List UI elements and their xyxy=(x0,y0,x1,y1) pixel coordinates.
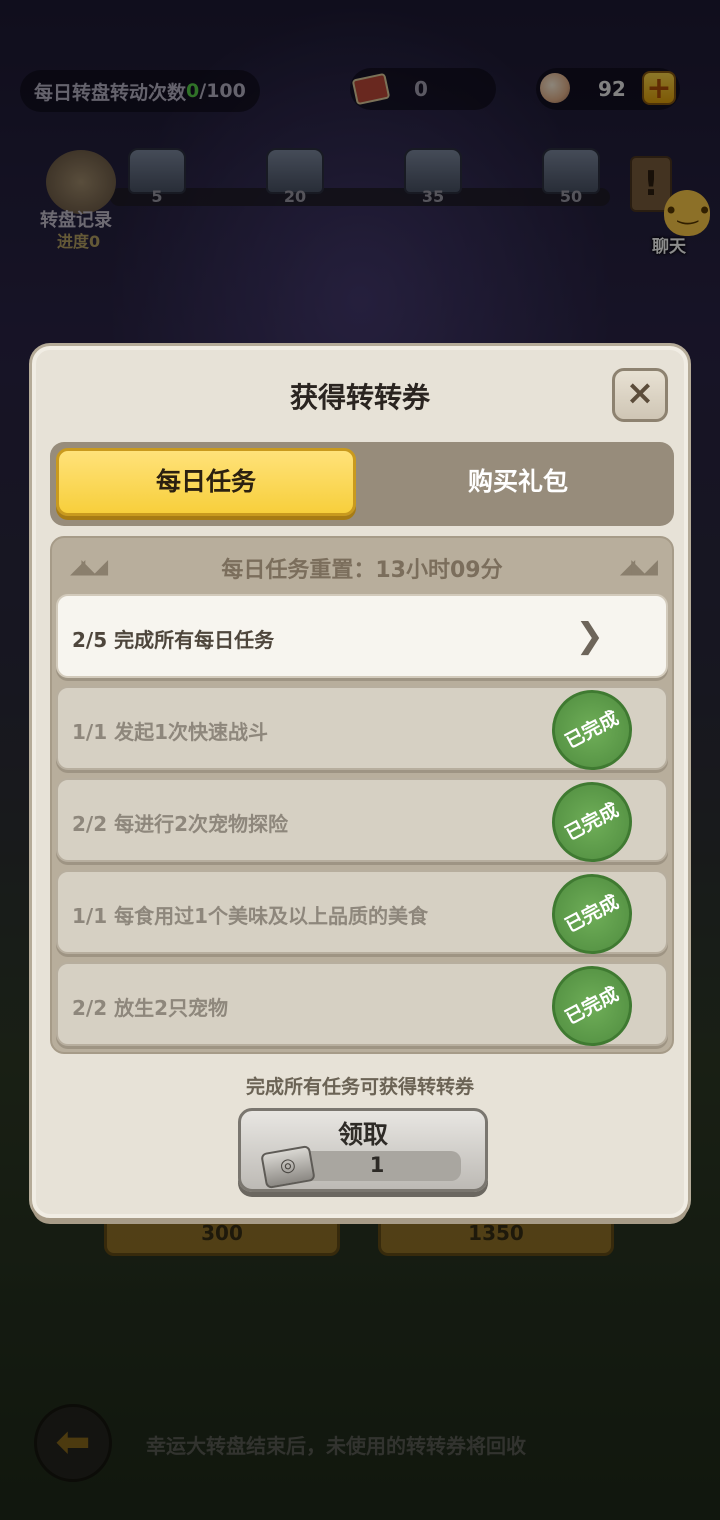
tab-bar: 每日任务 购买礼包 xyxy=(50,442,674,526)
claim-label: 领取 xyxy=(337,1120,388,1149)
ticket-modal: 获得转转券 × 每日任务 购买礼包 ◢◣◢ 每日任务重置：13小时09分 ◢◣◢… xyxy=(32,346,688,1218)
tab-buy-pack[interactable]: 购买礼包 xyxy=(368,448,668,516)
task-row: 1/1 发起1次快速战斗 已完成 xyxy=(56,675,668,785)
task-text: 2/5 完成所有每日任务 xyxy=(72,628,275,652)
task-text: 2/2 放生2只宠物 xyxy=(72,996,229,1020)
completed-stamp-icon: 已完成 xyxy=(537,859,647,969)
completed-stamp-icon: 已完成 xyxy=(537,767,647,877)
task-text: 1/1 每食用过1个美味及以上品质的美食 xyxy=(72,904,429,928)
modal-title: 获得转转券 xyxy=(289,381,430,414)
reward-hint: 完成所有任务可获得转转券 xyxy=(245,1076,474,1098)
task-text: 1/1 发起1次快速战斗 xyxy=(72,720,269,744)
task-row: 1/1 每食用过1个美味及以上品质的美食 已完成 xyxy=(56,859,668,969)
close-icon[interactable]: × xyxy=(612,368,668,422)
task-row: 2/2 放生2只宠物 已完成 xyxy=(56,951,668,1061)
tab-daily-tasks[interactable]: 每日任务 xyxy=(56,448,356,516)
completed-stamp-icon: 已完成 xyxy=(537,951,647,1061)
task-panel: ◢◣◢ 每日任务重置：13小时09分 ◢◣◢ 2/5 完成所有每日任务 ❯ 1/… xyxy=(50,536,674,1061)
task-row[interactable]: 2/5 完成所有每日任务 ❯ xyxy=(56,594,668,678)
decor-chevron-icon: ◢◣◢ xyxy=(619,554,658,578)
ticket-icon: ◎ xyxy=(260,1144,316,1190)
completed-stamp-icon: 已完成 xyxy=(537,675,647,785)
reset-timer: 每日任务重置：13小时09分 xyxy=(221,558,503,583)
chevron-right-icon[interactable]: ❯ xyxy=(576,616,605,656)
claim-count-bar: 1 xyxy=(293,1151,461,1181)
claim-button[interactable]: 领取 1 ◎ xyxy=(238,1108,488,1192)
task-row: 2/2 每进行2次宠物探险 已完成 xyxy=(56,767,668,877)
claim-count: 1 xyxy=(369,1153,385,1177)
task-text: 2/2 每进行2次宠物探险 xyxy=(72,812,289,836)
